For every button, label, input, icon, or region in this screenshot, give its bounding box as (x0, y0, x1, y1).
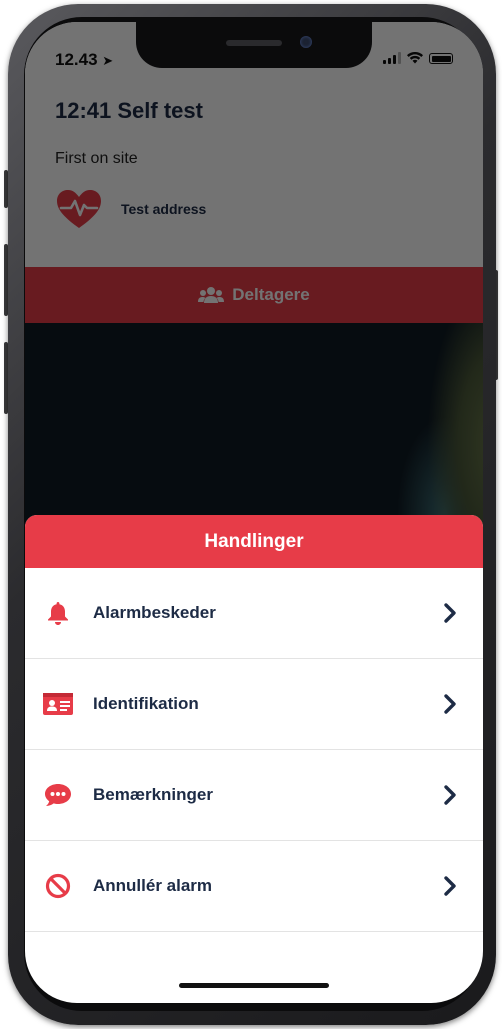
wifi-icon (407, 52, 423, 64)
subtitle: First on site (55, 150, 138, 167)
users-icon (198, 287, 225, 303)
front-camera (300, 36, 312, 48)
location-arrow-icon: ➤ (102, 53, 114, 68)
chevron-right-icon (444, 785, 456, 805)
menu-item-label: Alarmbeskeder (93, 603, 216, 622)
menu-item-alarm-messages[interactable]: Alarmbeskeder (25, 568, 483, 659)
actions-sheet-title: Handlinger (25, 515, 483, 568)
status-icons (383, 52, 453, 64)
signal-icon (383, 52, 401, 64)
chevron-right-icon (444, 694, 456, 714)
ban-icon (43, 873, 73, 899)
menu-item-cancel-alarm[interactable]: Annullér alarm (25, 841, 483, 932)
menu-item-label: Annullér alarm (93, 876, 213, 895)
address-text: Test address (121, 201, 207, 217)
heart-pulse-icon (57, 190, 101, 228)
menu-item-label: Identifikation (93, 694, 199, 713)
comment-icon (43, 782, 73, 808)
chevron-right-icon (444, 876, 456, 896)
menu-item-identification[interactable]: Identifikation (25, 659, 483, 750)
status-time-text: 12.43 (55, 50, 98, 69)
id-card-icon (43, 691, 73, 717)
page-title: 12:41 Self test (55, 98, 203, 123)
menu-item-label: Bemærkninger (93, 785, 213, 804)
participants-button[interactable]: Deltagere (25, 267, 483, 323)
chevron-right-icon (444, 603, 456, 623)
address-row: Test address (55, 188, 206, 230)
screen: 12.43 ➤ 12:41 Self test First on site Te… (25, 22, 483, 1003)
status-time: 12.43 ➤ (55, 50, 113, 70)
bell-icon (43, 600, 73, 626)
menu-item-remarks[interactable]: Bemærkninger (25, 750, 483, 841)
participants-label: Deltagere (232, 285, 310, 304)
speaker (226, 40, 282, 46)
battery-icon (429, 53, 453, 64)
home-indicator[interactable] (179, 983, 329, 988)
actions-sheet: Handlinger Alarmbeskeder Identifikation … (25, 515, 483, 1003)
notch (136, 22, 372, 68)
